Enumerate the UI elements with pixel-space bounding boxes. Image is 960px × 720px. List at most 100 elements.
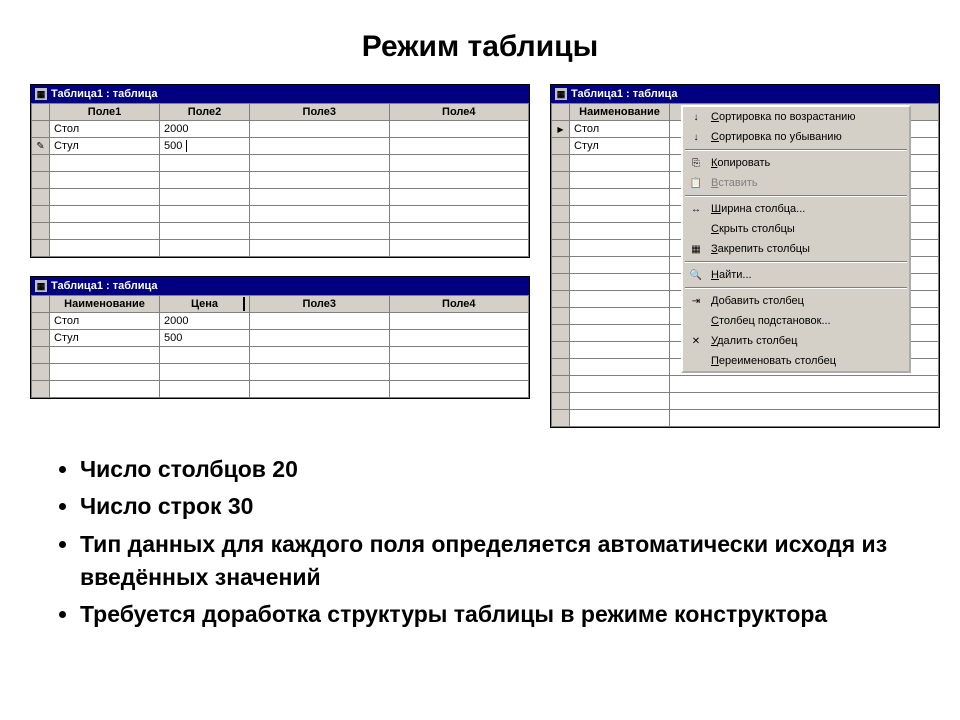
- freeze-icon: ▦: [687, 241, 705, 257]
- col-header[interactable]: Поле2: [160, 104, 250, 121]
- grid-2[interactable]: Наименование Цена Поле3 Поле4 Стол 2000 …: [31, 295, 529, 398]
- insert-col-icon: ⇥: [687, 293, 705, 309]
- menu-item-label: Сортировка по возрастанию: [711, 111, 856, 123]
- col-header[interactable]: Поле1: [50, 104, 160, 121]
- row-selector-current[interactable]: [552, 121, 570, 138]
- blank-icon: [687, 313, 705, 329]
- sort-desc-icon: ↓: [687, 129, 705, 145]
- menu-item[interactable]: ▦ Закрепить столбцы: [683, 239, 909, 259]
- blank-icon: [687, 353, 705, 369]
- cell[interactable]: Стул: [50, 330, 160, 347]
- table-row[interactable]: [32, 189, 529, 206]
- datasheet-window-1: ▦ Таблица1 : таблица Поле1 Поле2 Поле3 П…: [30, 84, 530, 258]
- table-row[interactable]: [32, 155, 529, 172]
- menu-item[interactable]: ⎘ Копировать: [683, 153, 909, 173]
- cell[interactable]: [389, 313, 529, 330]
- table-row[interactable]: [32, 206, 529, 223]
- cell[interactable]: Стул: [570, 138, 670, 155]
- table-row[interactable]: [32, 223, 529, 240]
- row-selector-editing[interactable]: ✎: [32, 138, 50, 155]
- copy-icon: ⎘: [687, 155, 705, 171]
- col-header[interactable]: Поле3: [250, 296, 390, 313]
- table-row[interactable]: Стол 2000: [32, 121, 529, 138]
- col-header-selected[interactable]: Цена: [160, 296, 250, 313]
- table-row[interactable]: [32, 364, 529, 381]
- sort-asc-icon: ↓: [687, 109, 705, 125]
- datasheet-window-2: ▦ Таблица1 : таблица Наименование Цена П…: [30, 276, 530, 399]
- row-selector[interactable]: [32, 121, 50, 138]
- table-row[interactable]: [32, 381, 529, 398]
- menu-item[interactable]: ✕ Удалить столбец: [683, 331, 909, 351]
- menu-item[interactable]: ↓ Сортировка по возрастанию: [683, 107, 909, 127]
- row-selector[interactable]: [552, 138, 570, 155]
- table-icon: ▦: [555, 88, 567, 100]
- cell[interactable]: [250, 330, 390, 347]
- paste-icon: 📋: [687, 175, 705, 191]
- cell[interactable]: Стол: [570, 121, 670, 138]
- table-row[interactable]: [32, 347, 529, 364]
- menu-item-label: Удалить столбец: [711, 335, 797, 347]
- menu-item-label: Добавить столбец: [711, 295, 804, 307]
- col-header[interactable]: Наименование: [570, 104, 670, 121]
- bullet-item: Число строк 30: [80, 490, 905, 523]
- grid-1[interactable]: Поле1 Поле2 Поле3 Поле4 Стол 2000 ✎ Стул…: [31, 103, 529, 257]
- select-all-cell[interactable]: [552, 104, 570, 121]
- cell[interactable]: Стул: [50, 138, 160, 155]
- menu-item-label: Переименовать столбец: [711, 355, 836, 367]
- menu-separator: [685, 195, 907, 197]
- menu-item[interactable]: 🔍Найти...: [683, 265, 909, 285]
- row-selector[interactable]: [32, 330, 50, 347]
- menu-item[interactable]: Переименовать столбец: [683, 351, 909, 371]
- menu-item[interactable]: ↔Ширина столбца...: [683, 199, 909, 219]
- bullet-item: Число столбцов 20: [80, 453, 905, 486]
- titlebar-3: ▦ Таблица1 : таблица: [551, 85, 939, 103]
- bullet-item: Требуется доработка структуры таблицы в …: [80, 598, 905, 631]
- select-all-cell[interactable]: [32, 296, 50, 313]
- table-row[interactable]: Стул 500: [32, 330, 529, 347]
- row-selector[interactable]: [32, 313, 50, 330]
- menu-item[interactable]: ↓Сортировка по убыванию: [683, 127, 909, 147]
- cell[interactable]: Стол: [50, 313, 160, 330]
- menu-item-label: Копировать: [711, 157, 770, 169]
- page-title: Режим таблицы: [0, 0, 960, 84]
- cell[interactable]: 500: [160, 330, 250, 347]
- menu-separator: [685, 149, 907, 151]
- menu-separator: [685, 287, 907, 289]
- delete-col-icon: ✕: [687, 333, 705, 349]
- menu-item-label: Найти...: [711, 269, 752, 281]
- cell[interactable]: Стол: [50, 121, 160, 138]
- menu-item-label: Столбец подстановок...: [711, 315, 831, 327]
- cell[interactable]: [250, 121, 390, 138]
- table-row[interactable]: Стол 2000: [32, 313, 529, 330]
- menu-item-label: Скрыть столбцы: [711, 223, 795, 235]
- menu-item[interactable]: Скрыть столбцы: [683, 219, 909, 239]
- menu-item[interactable]: ⇥ Добавить столбец: [683, 291, 909, 311]
- titlebar-text: Таблица1 : таблица: [51, 280, 158, 292]
- cell[interactable]: [250, 313, 390, 330]
- datasheet-window-3: ▦ Таблица1 : таблица Наименование Стол С…: [550, 84, 940, 428]
- table-row[interactable]: ✎ Стул 500: [32, 138, 529, 155]
- menu-item: 📋Вставить: [683, 173, 909, 193]
- cell[interactable]: 2000: [160, 121, 250, 138]
- cell[interactable]: [389, 121, 529, 138]
- cell[interactable]: 2000: [160, 313, 250, 330]
- table-row[interactable]: [32, 240, 529, 257]
- titlebar-1: ▦ Таблица1 : таблица: [31, 85, 529, 103]
- cell[interactable]: [250, 138, 390, 155]
- col-header[interactable]: Поле4: [389, 104, 529, 121]
- select-all-cell[interactable]: [32, 104, 50, 121]
- col-header[interactable]: Поле3: [250, 104, 390, 121]
- menu-item-label: Закрепить столбцы: [711, 243, 810, 255]
- titlebar-text: Таблица1 : таблица: [571, 88, 678, 100]
- table-icon: ▦: [35, 88, 47, 100]
- bullet-item: Тип данных для каждого поля определяется…: [80, 528, 905, 595]
- cell[interactable]: [389, 330, 529, 347]
- cell[interactable]: 500: [160, 138, 250, 155]
- table-row[interactable]: [32, 172, 529, 189]
- table-icon: ▦: [35, 280, 47, 292]
- menu-item[interactable]: Столбец подстановок...: [683, 311, 909, 331]
- col-header[interactable]: Наименование: [50, 296, 160, 313]
- menu-separator: [685, 261, 907, 263]
- cell[interactable]: [389, 138, 529, 155]
- col-header[interactable]: Поле4: [389, 296, 529, 313]
